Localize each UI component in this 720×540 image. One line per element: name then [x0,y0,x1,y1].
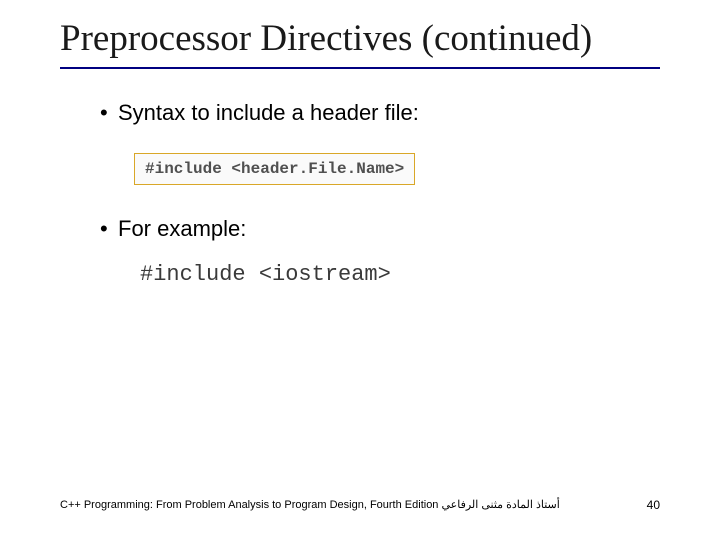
bullet-dot: • [100,215,118,244]
bullet-dot: • [100,99,118,128]
slide-title: Preprocessor Directives (continued) [60,18,660,69]
page-number: 40 [647,498,660,512]
bullet-text: Syntax to include a header file: [118,99,419,128]
footer: C++ Programming: From Problem Analysis t… [60,498,660,512]
example-code: #include <iostream> [140,262,660,287]
bullet-item: • Syntax to include a header file: [100,99,660,128]
footer-text-ar: أستاذ المادة مثنى الرفاعي [442,499,560,511]
footer-left: C++ Programming: From Problem Analysis t… [60,498,560,512]
slide: Preprocessor Directives (continued) • Sy… [0,0,720,540]
bullet-text: For example: [118,215,246,244]
slide-content: • Syntax to include a header file: #incl… [60,99,660,287]
bullet-item: • For example: [100,215,660,244]
syntax-box: #include <header.File.Name> [134,153,415,185]
footer-text-en: C++ Programming: From Problem Analysis t… [60,499,438,511]
syntax-code: #include <header.File.Name> [145,160,404,178]
